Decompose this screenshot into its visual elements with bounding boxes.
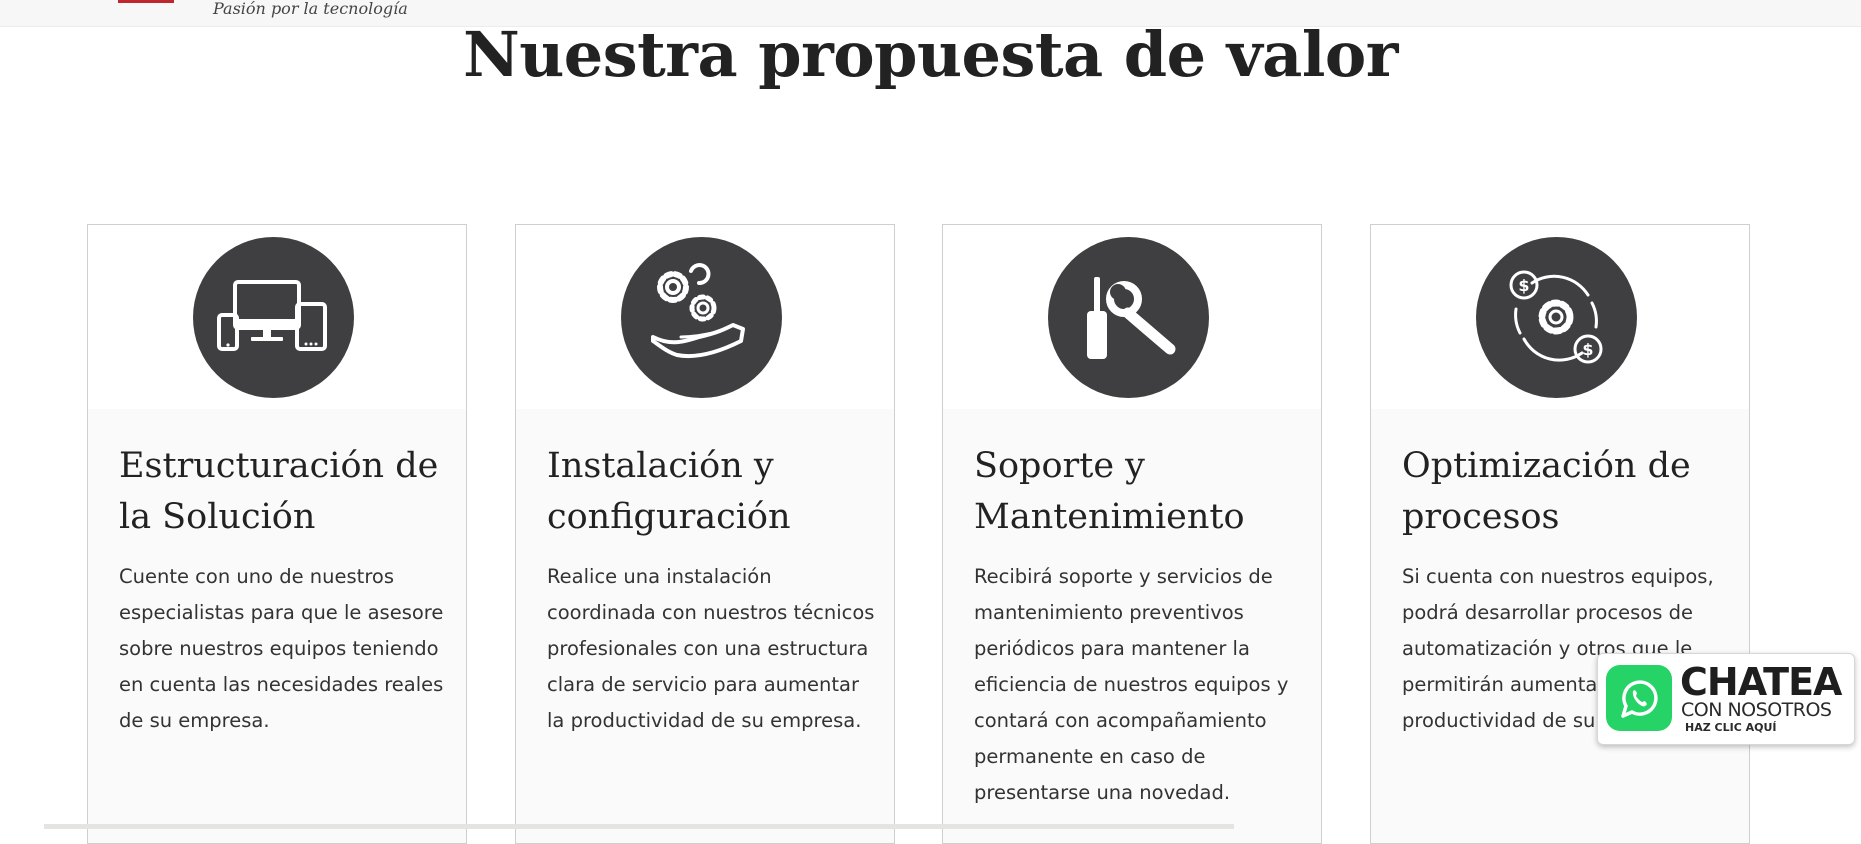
value-card-solution-structuring: Estructuración de la Solución Cuente con… [87,224,467,844]
whatsapp-icon [1606,665,1672,731]
card-title: Estructuración de la Solución [119,446,439,537]
card-description: Recibirá soporte y servicios de mantenim… [974,565,1289,804]
devices-icon [193,237,354,398]
svg-text:$: $ [1518,276,1529,295]
process-optimization-icon: $ $ [1476,237,1637,398]
bottom-divider [44,824,1234,829]
logo[interactable] [118,0,174,3]
gears-hand-icon [621,237,782,398]
brand-tagline: Pasión por la tecnología [213,0,408,18]
card-description: Realice una instalación coordinada con n… [547,565,875,732]
tools-icon [1048,237,1209,398]
card-icon-area [88,225,466,409]
value-card-process-optimization: $ $ Optimización de procesos Si cuenta c… [1370,224,1750,844]
card-title: Instalación y configuración [547,446,791,537]
svg-text:$: $ [1582,340,1593,359]
chat-label-sub: CON NOSOTROS [1681,699,1832,721]
card-description: Cuente con uno de nuestros especialistas… [119,565,444,732]
card-icon-area [943,225,1321,409]
value-card-support: Soporte y Mantenimiento Recibirá soporte… [942,224,1322,844]
chat-label-main: CHATEA [1680,660,1842,704]
card-title: Soporte y Mantenimiento [974,446,1245,537]
section-title: Nuestra propuesta de valor [463,18,1398,91]
card-icon-area [516,225,894,409]
whatsapp-chat-button[interactable]: CHATEA CON NOSOTROS HAZ CLIC AQUÍ [1597,653,1855,745]
value-card-installation: Instalación y configuración Realice una … [515,224,895,844]
chat-label-cta: HAZ CLIC AQUÍ [1685,721,1777,734]
card-title: Optimización de procesos [1402,446,1691,537]
card-icon-area: $ $ [1371,225,1749,409]
